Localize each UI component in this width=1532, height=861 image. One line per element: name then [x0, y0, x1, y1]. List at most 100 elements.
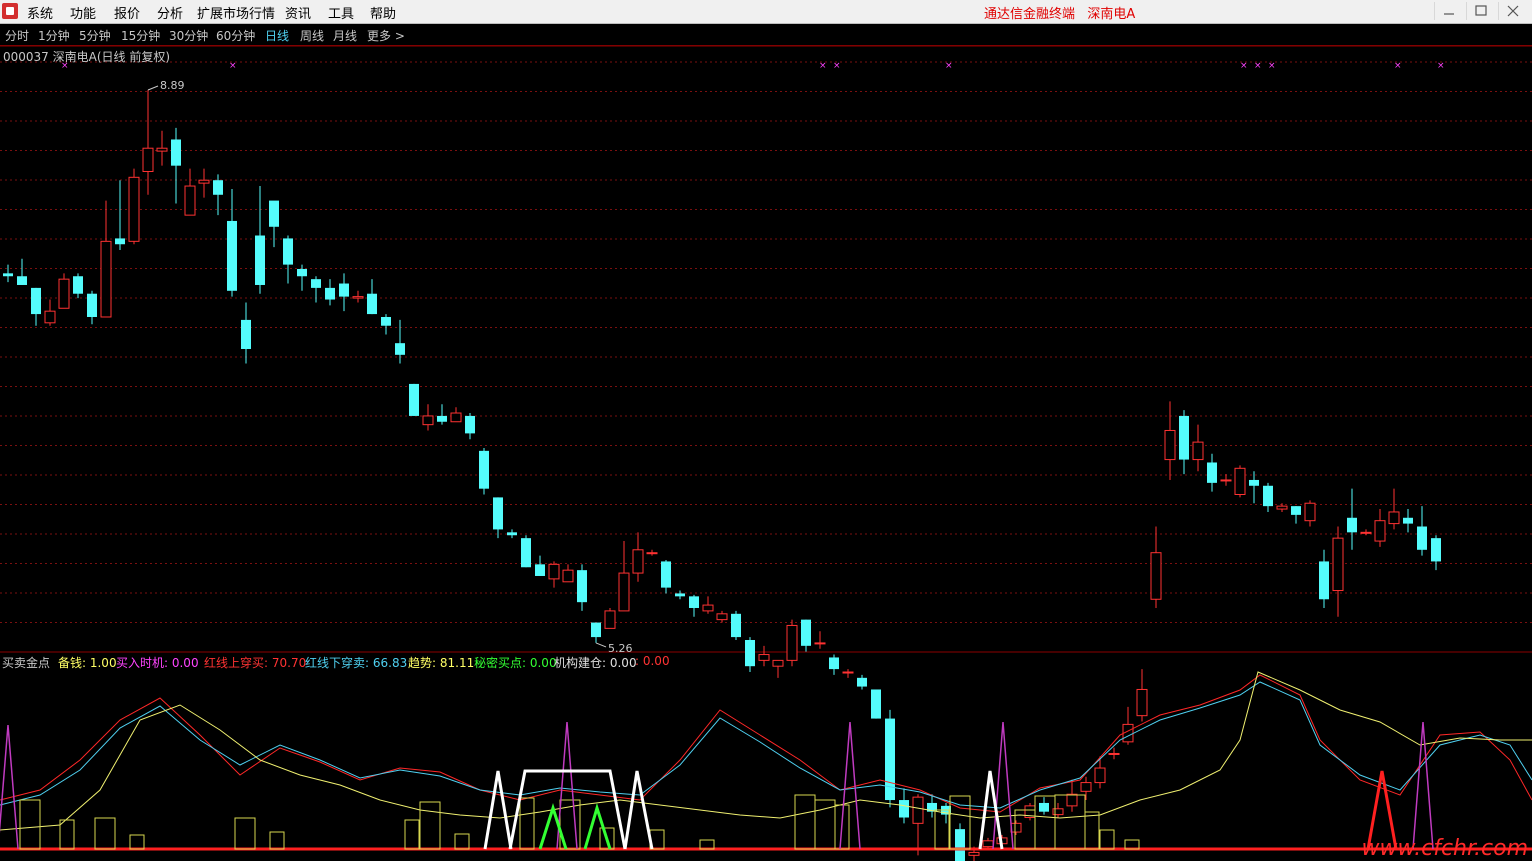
candle-body-up	[1066, 793, 1078, 807]
buy-timing-spike	[1412, 721, 1434, 850]
candle-body-down	[479, 450, 489, 489]
candle-body-down	[1291, 506, 1301, 515]
candle-body-down	[465, 415, 475, 434]
candle-body-down	[1403, 517, 1413, 524]
signal-marker: ×	[1254, 61, 1262, 71]
indicator-item: 秘密买点: 0.00	[474, 656, 557, 670]
candle-body-down	[297, 268, 307, 277]
candle-body-up	[450, 412, 462, 423]
candle-body-up	[1136, 688, 1148, 717]
volume-box	[1084, 811, 1100, 850]
candle-body-down	[213, 180, 223, 195]
candle-body-down	[283, 238, 293, 265]
candle-body-up	[58, 278, 70, 309]
indicator-item: 趋势: 81.11	[408, 656, 475, 670]
indicator-item: 备钱: 1.00	[58, 656, 117, 670]
signal-marker: ×	[819, 61, 827, 71]
white-signal	[483, 770, 513, 850]
candle-body-up	[1150, 552, 1162, 600]
indicator-item: : 0.00	[635, 654, 670, 668]
candle-body-down	[409, 383, 419, 416]
candle-body-down	[1179, 415, 1189, 460]
candlestick-series	[3, 90, 1441, 861]
candle-body-up	[1220, 479, 1232, 482]
candle-body-down	[115, 238, 125, 245]
candle-body-down	[395, 343, 405, 355]
candle-body-up	[184, 185, 196, 216]
indicator-legend: 买卖金点 备钱: 1.00 买入时机: 0.00 红线上穿买: 70.70 红线下穿卖…	[0, 653, 1532, 671]
candle-body-up	[156, 147, 168, 152]
candle-body-down	[675, 593, 685, 597]
candle-body-down	[1039, 802, 1049, 812]
candle-body-up	[1094, 767, 1106, 784]
candle-body-up	[1360, 531, 1372, 534]
candle-body-up	[1304, 502, 1316, 522]
candle-body-up	[1234, 467, 1246, 495]
price-grid	[0, 45, 1532, 623]
candle-body-up	[1276, 505, 1288, 510]
price-annotations: 8.895.26× × × × × × × × × ×	[61, 61, 1445, 655]
candle-body-up	[716, 613, 728, 621]
candle-body-up	[1192, 441, 1204, 461]
candle-body-down	[731, 613, 741, 638]
candle-body-down	[1319, 561, 1329, 600]
candle-body-down	[437, 415, 447, 422]
high-marker-line	[147, 85, 159, 91]
candle-body-up	[814, 642, 826, 645]
indicator-panel	[0, 671, 1532, 851]
candle-body-up	[604, 610, 616, 629]
secret-buy-signal	[538, 803, 568, 850]
candle-body-up	[562, 569, 574, 583]
candle-body-up	[702, 604, 714, 612]
candle-body-down	[507, 532, 517, 536]
candle-body-up	[422, 415, 434, 426]
signal-marker: ×	[1437, 61, 1445, 71]
candle-body-down	[1347, 517, 1357, 533]
candle-body-up	[128, 176, 140, 242]
candle-body-up	[1080, 782, 1092, 792]
candle-body-up	[646, 552, 658, 555]
candle-body-up	[100, 240, 112, 318]
candle-body-down	[31, 287, 41, 315]
candle-body-down	[269, 200, 279, 227]
candle-body-down	[493, 497, 503, 530]
buy-timing-spike	[0, 724, 19, 850]
candle-body-up	[912, 796, 924, 824]
white-signal	[623, 770, 654, 850]
volume-box	[934, 809, 950, 850]
indicator-item: 买入时机: 0.00	[116, 656, 199, 670]
candle-body-down	[591, 622, 601, 638]
candle-body-up	[982, 840, 994, 848]
candle-body-down	[689, 596, 699, 608]
candle-body-up	[352, 296, 364, 299]
candle-body-down	[311, 279, 321, 288]
candle-body-down	[325, 287, 335, 300]
candle-body-up	[618, 572, 630, 612]
watermark-text: www.cfchr.com	[1361, 836, 1528, 861]
red-signal-line	[0, 674, 1532, 813]
candle-body-up	[548, 563, 560, 580]
signal-marker: ×	[1394, 61, 1402, 71]
low-marker-line	[595, 642, 607, 648]
signal-marker: ×	[1240, 61, 1248, 71]
trend-line	[0, 671, 1532, 831]
candle-body-down	[661, 561, 671, 588]
volume-box	[59, 819, 75, 850]
candle-body-down	[171, 139, 181, 166]
candle-body-up	[142, 147, 154, 172]
candle-body-down	[73, 276, 83, 294]
price-chart[interactable]: 8.895.26× × × × × × × × × ×	[0, 0, 1532, 861]
candle-body-up	[198, 179, 210, 184]
candle-body-down	[521, 538, 531, 568]
candle-body-down	[1249, 479, 1259, 486]
candle-body-down	[17, 276, 27, 285]
candle-body-down	[535, 564, 545, 576]
signal-marker: ×	[833, 61, 841, 71]
buy-timing-spike	[992, 721, 1014, 850]
candle-body-up	[1374, 520, 1386, 542]
volume-box	[19, 799, 41, 850]
volume-box	[404, 819, 420, 850]
signal-marker: ×	[229, 61, 237, 71]
volume-box	[419, 801, 441, 850]
candle-body-down	[367, 293, 377, 315]
